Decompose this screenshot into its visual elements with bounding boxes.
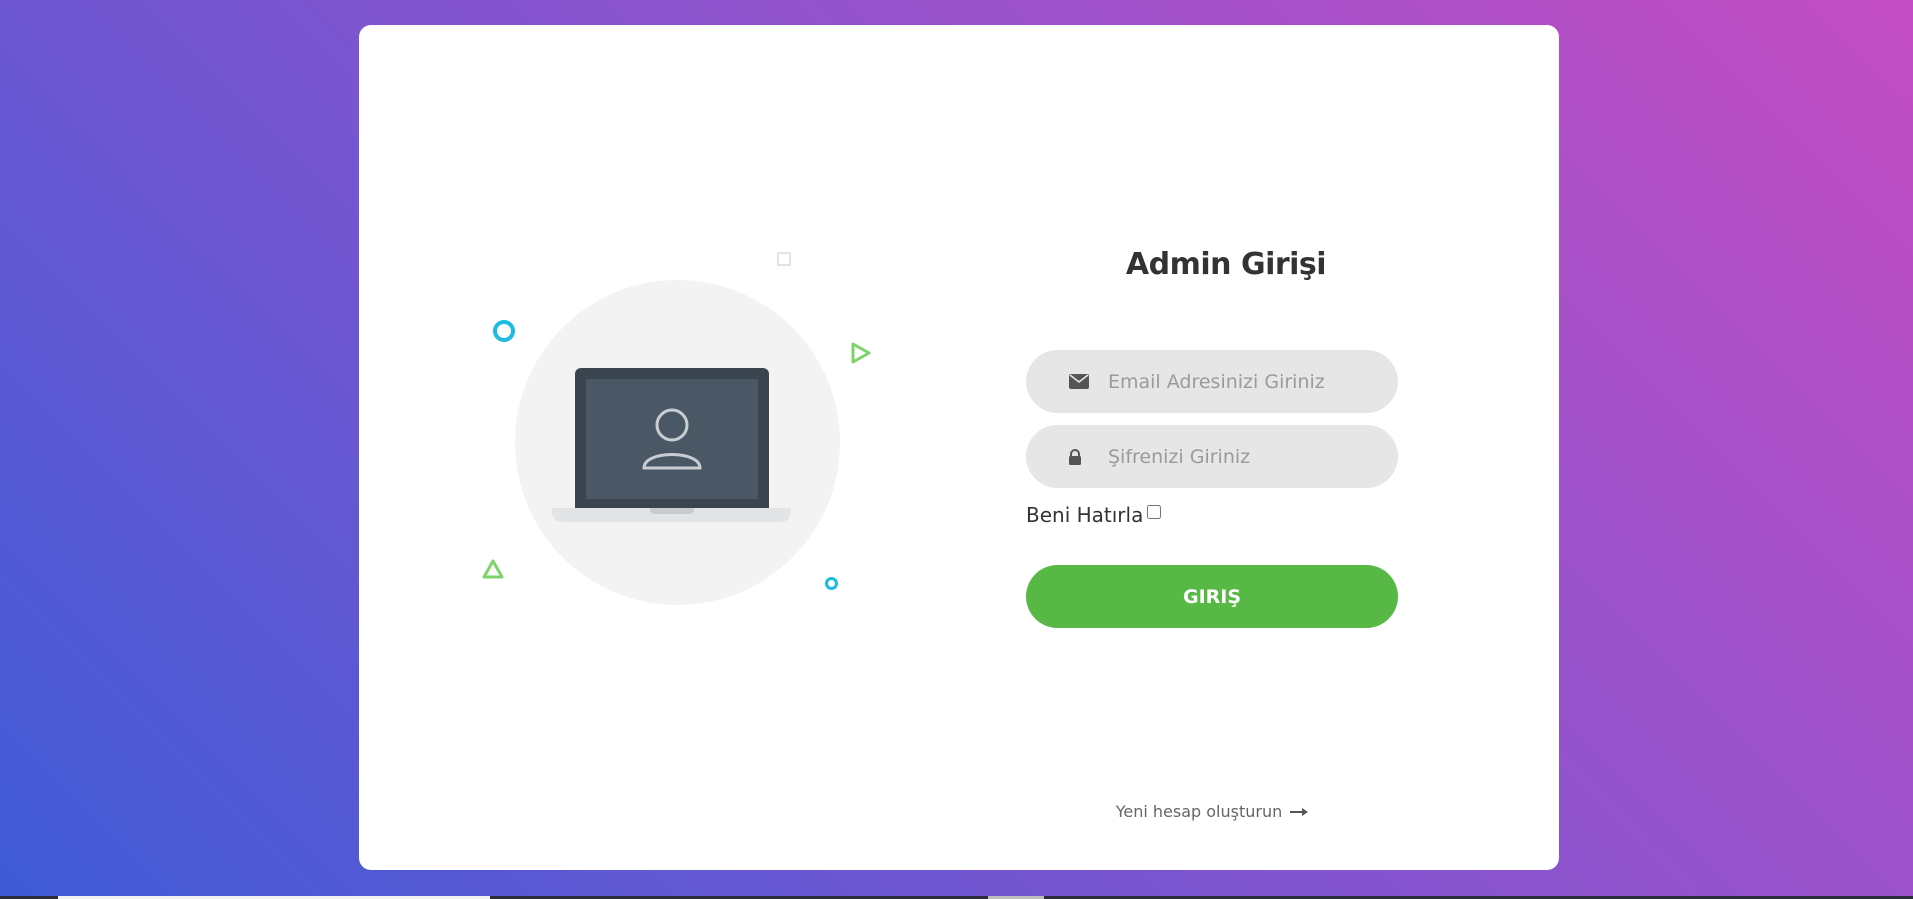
decor-circle-icon — [493, 320, 515, 342]
create-account-link[interactable]: Yeni hesap oluşturun — [1026, 802, 1398, 821]
decor-triangle-icon — [851, 342, 871, 364]
login-card: Admin Girişi Beni Hatırla GIRIŞ Yeni hes… — [359, 25, 1559, 870]
decor-circle-icon — [825, 577, 838, 590]
create-account-label: Yeni hesap oluşturun — [1115, 802, 1283, 821]
remember-me[interactable]: Beni Hatırla — [1026, 503, 1162, 527]
decor-square-icon — [777, 252, 791, 266]
remember-checkbox[interactable] — [1147, 505, 1162, 519]
decor-triangle-icon — [482, 559, 504, 579]
laptop-icon — [575, 368, 769, 508]
user-icon — [642, 408, 702, 470]
page-title: Admin Girişi — [1125, 247, 1327, 282]
login-button[interactable]: GIRIŞ — [1026, 565, 1398, 628]
email-field[interactable] — [1026, 350, 1398, 413]
laptop-screen — [586, 379, 758, 499]
email-input[interactable] — [1108, 370, 1358, 393]
arrow-right-icon — [1290, 807, 1309, 816]
laptop-notch — [650, 508, 694, 514]
password-input[interactable] — [1108, 445, 1358, 468]
password-field[interactable] — [1026, 425, 1398, 488]
remember-label: Beni Hatırla — [1026, 503, 1144, 527]
